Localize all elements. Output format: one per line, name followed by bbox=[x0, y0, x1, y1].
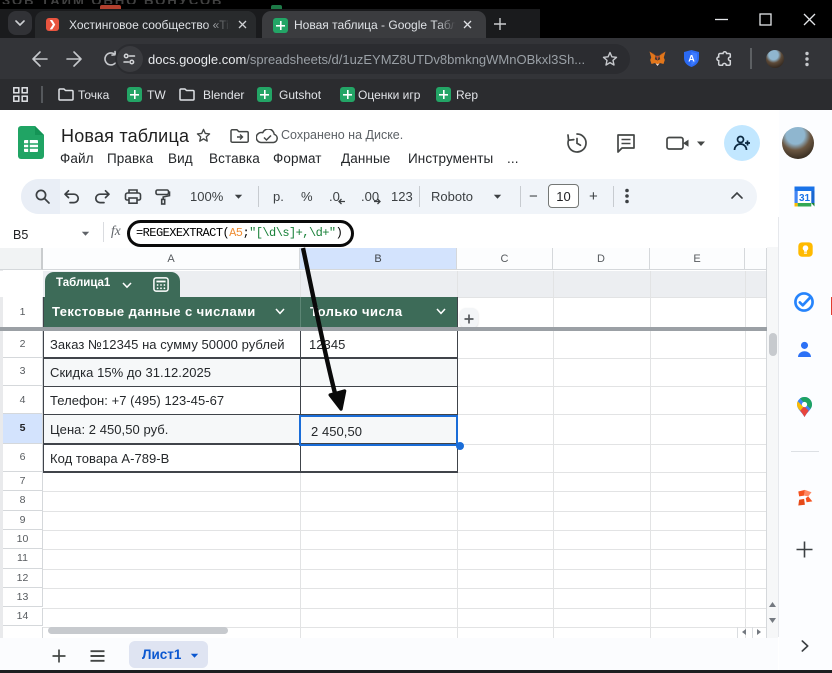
svg-text:31: 31 bbox=[799, 193, 811, 204]
svg-text:A: A bbox=[688, 54, 695, 64]
